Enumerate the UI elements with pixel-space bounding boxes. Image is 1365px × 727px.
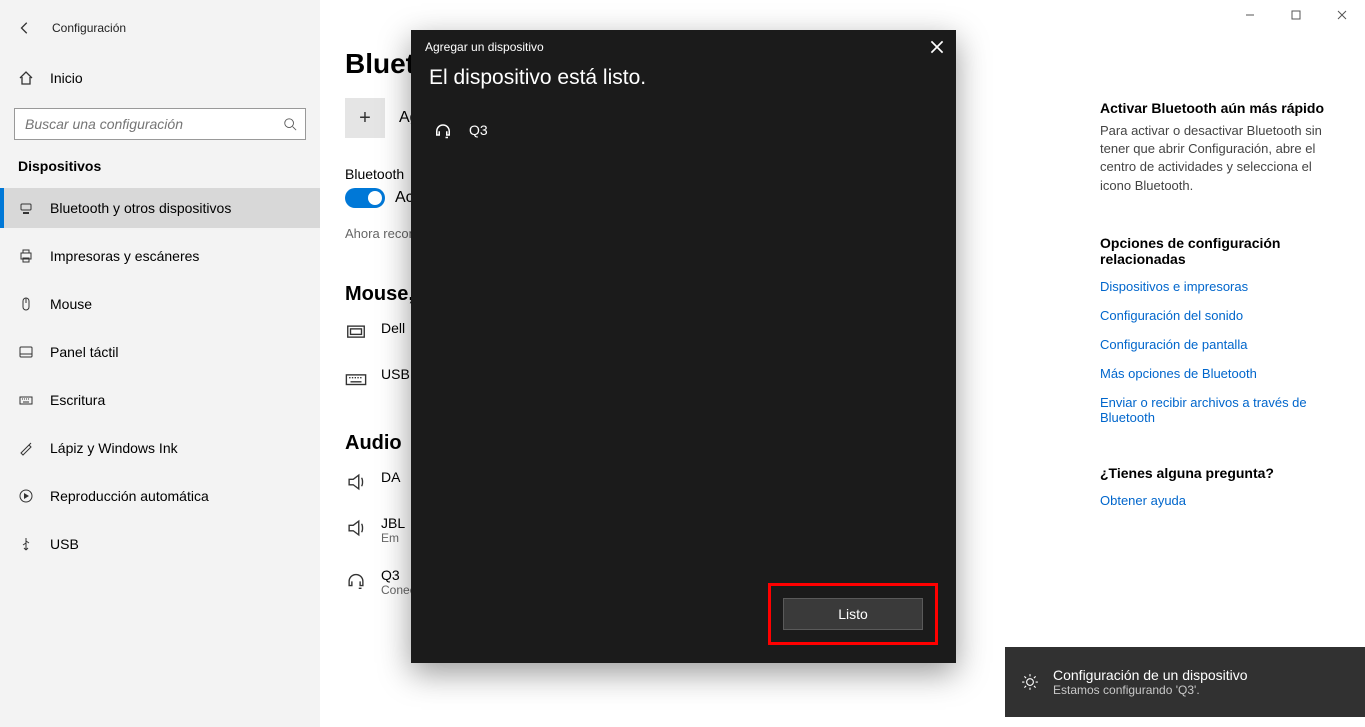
help-fast-title: Activar Bluetooth aún más rápido [1100, 100, 1340, 116]
gear-icon [1021, 673, 1039, 691]
device-name: DA [381, 469, 400, 485]
help-panel: Activar Bluetooth aún más rápido Para ac… [1100, 100, 1340, 522]
related-link[interactable]: Enviar o recibir archivos a través de Bl… [1100, 395, 1340, 425]
sidebar-section-label: Dispositivos [0, 158, 320, 174]
device-status: Em [381, 531, 405, 545]
speaker-icon [345, 471, 367, 493]
search-box[interactable] [14, 108, 306, 140]
nav-item-label: Lápiz y Windows Ink [50, 440, 178, 456]
bluetooth-toggle[interactable] [345, 188, 385, 208]
dialog-footer: Listo [768, 583, 938, 645]
device-name: Dell [381, 320, 405, 336]
minimize-button[interactable] [1227, 0, 1273, 30]
dialog-heading: El dispositivo está listo. [429, 66, 938, 90]
monitor-icon [345, 322, 367, 344]
dialog-header: Agregar un dispositivo [411, 30, 956, 60]
toast-title: Configuración de un dispositivo [1053, 667, 1248, 683]
nav-item-label: Impresoras y escáneres [50, 248, 199, 264]
home-icon [18, 70, 34, 86]
dialog-device-name: Q3 [469, 122, 488, 138]
related-link[interactable]: Más opciones de Bluetooth [1100, 366, 1340, 381]
search-icon [283, 117, 297, 131]
close-icon[interactable] [930, 40, 944, 54]
related-link[interactable]: Configuración del sonido [1100, 308, 1340, 323]
nav-item-label: Bluetooth y otros dispositivos [50, 200, 231, 216]
search-input[interactable] [23, 115, 283, 133]
nav-item-label: Reproducción automática [50, 488, 209, 504]
app-title: Configuración [52, 21, 126, 35]
device-setup-toast[interactable]: Configuración de un dispositivo Estamos … [1005, 647, 1365, 717]
close-button[interactable] [1319, 0, 1365, 30]
nav-touchpad[interactable]: Panel táctil [0, 332, 320, 372]
dialog-device-row: Q3 [429, 120, 938, 140]
nav-typing[interactable]: Escritura [0, 380, 320, 420]
nav-bluetooth[interactable]: Bluetooth y otros dispositivos [0, 188, 320, 228]
nav-autoplay[interactable]: Reproducción automática [0, 476, 320, 516]
nav-item-label: Escritura [50, 392, 105, 408]
back-icon[interactable] [18, 21, 32, 35]
nav-pen[interactable]: Lápiz y Windows Ink [0, 428, 320, 468]
related-title: Opciones de configuración relacionadas [1100, 235, 1340, 267]
question-title: ¿Tienes alguna pregunta? [1100, 465, 1340, 481]
keyboard-icon [18, 392, 34, 408]
help-link[interactable]: Obtener ayuda [1100, 493, 1340, 508]
plus-icon: + [345, 98, 385, 138]
nav-mouse[interactable]: Mouse [0, 284, 320, 324]
add-device-dialog: Agregar un dispositivo El dispositivo es… [411, 30, 956, 663]
settings-sidebar: Configuración Inicio Dispositivos Blueto… [0, 0, 320, 727]
headset-icon [345, 569, 367, 591]
nav-item-label: Mouse [50, 296, 92, 312]
nav-home[interactable]: Inicio [0, 58, 320, 98]
pen-icon [18, 440, 34, 456]
mouse-icon [18, 296, 34, 312]
help-fast-body: Para activar o desactivar Bluetooth sin … [1100, 122, 1340, 195]
toast-subtitle: Estamos configurando 'Q3'. [1053, 683, 1248, 697]
autoplay-icon [18, 488, 34, 504]
headset-icon [433, 120, 453, 140]
printer-icon [18, 248, 34, 264]
done-button[interactable]: Listo [783, 598, 923, 630]
titlebar: Configuración [0, 12, 320, 44]
device-name: JBL [381, 515, 405, 531]
maximize-button[interactable] [1273, 0, 1319, 30]
nav-usb[interactable]: USB [0, 524, 320, 564]
dialog-title: Agregar un dispositivo [425, 40, 544, 54]
nav-printers[interactable]: Impresoras y escáneres [0, 236, 320, 276]
device-name: USB [381, 366, 410, 382]
usb-icon [18, 536, 34, 552]
keyboard-icon [345, 368, 367, 390]
related-link[interactable]: Configuración de pantalla [1100, 337, 1340, 352]
speaker-icon [345, 517, 367, 539]
nav-item-label: Panel táctil [50, 344, 118, 360]
nav-home-label: Inicio [50, 70, 83, 86]
nav-item-label: USB [50, 536, 79, 552]
touchpad-icon [18, 344, 34, 360]
done-button-highlight: Listo [768, 583, 938, 645]
related-link[interactable]: Dispositivos e impresoras [1100, 279, 1340, 294]
window-controls [1227, 0, 1365, 30]
bluetooth-icon [18, 200, 34, 216]
